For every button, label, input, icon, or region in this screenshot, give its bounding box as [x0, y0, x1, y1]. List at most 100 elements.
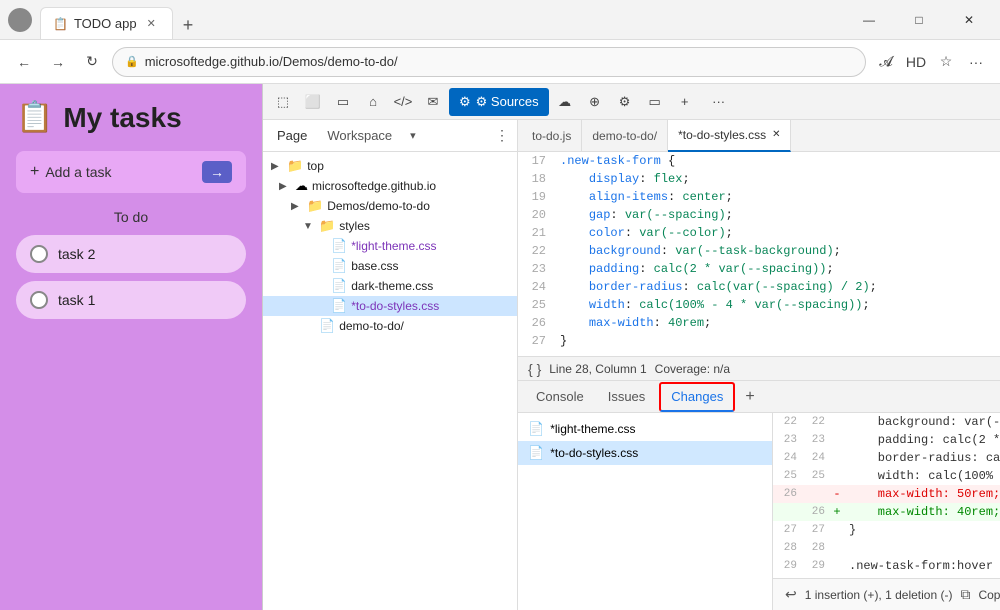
file-icon-lt: 📄	[331, 238, 347, 254]
file-icon-base: 📄	[331, 258, 347, 274]
diff-line-22: 22 22 background: var(--task-background)…	[773, 413, 1000, 431]
new-tab-button[interactable]: +	[173, 11, 204, 39]
folder-icon-top: 📁	[287, 158, 303, 174]
task-item-2[interactable]: task 2	[16, 235, 246, 273]
refresh-button[interactable]: ↻	[78, 48, 106, 76]
forward-button[interactable]: →	[44, 48, 72, 76]
device-toolbar-tool[interactable]: ⬜	[299, 88, 327, 116]
add-drawer-tab-button[interactable]: +	[745, 388, 754, 406]
ft-item-dark-theme[interactable]: 📄 dark-theme.css	[263, 276, 517, 296]
tab-title: TODO app	[74, 16, 137, 31]
changed-file-icon-ts: 📄	[528, 445, 544, 461]
diff-footer: ↩ 1 insertion (+), 1 deletion (-) ⧉ Copy	[773, 578, 1000, 610]
status-brackets: { }	[528, 361, 541, 377]
code-tab-styles-label: *to-do-styles.css	[678, 128, 766, 142]
add-task-button[interactable]: + Add a task →	[16, 151, 246, 193]
task-checkbox-1[interactable]	[30, 291, 48, 309]
more-tabs-button[interactable]: ···	[705, 88, 733, 116]
add-tool[interactable]: +	[671, 88, 699, 116]
diff-line-26-removed: 26 - max-width: 50rem;	[773, 485, 1000, 503]
performance-tool[interactable]: ⊕	[581, 88, 609, 116]
status-position: Line 28, Column 1	[549, 362, 646, 376]
task-checkbox-2[interactable]	[30, 245, 48, 263]
code-line-24: 24 border-radius: calc(var(--spacing) / …	[518, 278, 1000, 296]
devtools-content: Page Workspace ▾ ⋮ ▶ 📁 top ▶ ☁ microsoft…	[263, 120, 1000, 610]
sources-tab-active[interactable]: ⚙ ⚙ Sources	[449, 88, 549, 116]
console-tab[interactable]: Console	[526, 382, 594, 412]
wifi-tool[interactable]: ☁	[551, 88, 579, 116]
devtools-panel: ⬚ ⬜ ▭ ⌂ </> ✉ ⚙ ⚙ Sources ☁ ⊕ ⚙ ▭ + ··· …	[262, 84, 1000, 610]
ft-item-msedge[interactable]: ▶ ☁ microsoftedge.github.io	[263, 176, 517, 196]
ft-label-todo-styles: *to-do-styles.css	[351, 299, 439, 313]
ft-more-button[interactable]: ⋮	[495, 127, 509, 144]
elements-panel-tool[interactable]: ▭	[329, 88, 357, 116]
read-aloud-button[interactable]: 𝓐	[872, 48, 900, 76]
folder-icon-demos: 📁	[307, 198, 323, 214]
ft-item-light-theme[interactable]: 📄 *light-theme.css	[263, 236, 517, 256]
ft-label-styles: styles	[339, 219, 370, 233]
url-box[interactable]: 🔒 microsoftedge.github.io/Demos/demo-to-…	[112, 47, 866, 77]
changed-file-light-theme[interactable]: 📄 *light-theme.css	[518, 417, 772, 441]
code-tab-close-button[interactable]: ✕	[772, 129, 780, 140]
cloud-icon-msedge: ☁	[295, 178, 308, 194]
ft-item-top[interactable]: ▶ 📁 top	[263, 156, 517, 176]
ft-label-top: top	[307, 159, 324, 173]
diff-area[interactable]: 22 22 background: var(--task-background)…	[773, 413, 1000, 578]
copy-icon[interactable]: ⧉	[960, 586, 970, 603]
ft-tabs-arrow[interactable]: ▾	[410, 129, 416, 142]
code-tab-todo-js[interactable]: to-do.js	[522, 120, 582, 152]
file-tree-body: ▶ 📁 top ▶ ☁ microsoftedge.github.io ▶ 📁 …	[263, 152, 517, 610]
code-tab-demo[interactable]: demo-to-do/	[582, 120, 668, 152]
ft-item-todo-styles[interactable]: 📄 *to-do-styles.css	[263, 296, 517, 316]
ft-item-base-css[interactable]: 📄 base.css	[263, 256, 517, 276]
diff-line-29: 29 29 .new-task-form:hover {	[773, 557, 1000, 575]
settings-more-button[interactable]: ···	[962, 48, 990, 76]
browser-tab[interactable]: 📋 TODO app ✕	[40, 7, 173, 39]
changes-tab[interactable]: Changes	[659, 382, 735, 412]
code-panel: to-do.js demo-to-do/ *to-do-styles.css ✕…	[518, 120, 1000, 610]
ft-arrow-top: ▶	[271, 161, 283, 172]
undo-icon[interactable]: ↩	[785, 586, 797, 603]
bottom-drawer: Console Issues Changes + ⬚ ⬜ �	[518, 380, 1000, 610]
ft-item-styles[interactable]: ▼ 📁 styles	[263, 216, 517, 236]
ft-arrow-demos: ▶	[291, 201, 303, 212]
tab-close-button[interactable]: ✕	[143, 15, 160, 32]
favorites-button[interactable]: ☆	[932, 48, 960, 76]
settings-tool[interactable]: ⚙	[611, 88, 639, 116]
file-tree-panel: Page Workspace ▾ ⋮ ▶ 📁 top ▶ ☁ microsoft…	[263, 120, 518, 610]
minimize-button[interactable]: —	[846, 4, 892, 36]
issues-tab[interactable]: Issues	[598, 382, 656, 412]
sources-icon: ⚙	[459, 94, 471, 110]
ft-label-dark-theme: dark-theme.css	[351, 279, 433, 293]
code-line-17: 17 .new-task-form {	[518, 152, 1000, 170]
more-tools-tool[interactable]: ▭	[641, 88, 669, 116]
task-item-1[interactable]: task 1	[16, 281, 246, 319]
inspect-element-tool[interactable]: ⬚	[269, 88, 297, 116]
page-tab[interactable]: Page	[271, 126, 313, 145]
code-line-22: 22 background: var(--task-background);	[518, 242, 1000, 260]
ft-label-demo-todo: demo-to-do/	[339, 319, 404, 333]
diff-line-23: 23 23 padding: calc(2 * var(--spacing));	[773, 431, 1000, 449]
code-area[interactable]: 17 .new-task-form { 18 display: flex; 19…	[518, 152, 1000, 356]
network-tool[interactable]: ✉	[419, 88, 447, 116]
ft-item-demos[interactable]: ▶ 📁 Demos/demo-to-do	[263, 196, 517, 216]
address-actions: 𝓐 HD ☆ ···	[872, 48, 990, 76]
status-coverage: Coverage: n/a	[655, 362, 730, 376]
back-button[interactable]: ←	[10, 48, 38, 76]
home-tool[interactable]: ⌂	[359, 88, 387, 116]
ft-item-demo-todo[interactable]: 📄 demo-to-do/	[263, 316, 517, 336]
close-button[interactable]: ✕	[946, 4, 992, 36]
todo-panel: 📋 My tasks + Add a task → To do task 2 t…	[0, 84, 262, 610]
immersive-reader-button[interactable]: HD	[902, 48, 930, 76]
code-tabs: to-do.js demo-to-do/ *to-do-styles.css ✕…	[518, 120, 1000, 152]
diff-line-24: 24 24 border-radius: calc(var(--spacing)…	[773, 449, 1000, 467]
changed-file-todo-styles[interactable]: 📄 *to-do-styles.css	[518, 441, 772, 465]
copy-label[interactable]: Copy	[978, 588, 1000, 602]
workspace-tab[interactable]: Workspace	[321, 126, 398, 145]
code-tool[interactable]: </>	[389, 88, 417, 116]
diff-line-27: 27 27 }	[773, 521, 1000, 539]
todo-icon: 📋	[16, 100, 53, 135]
code-tab-styles[interactable]: *to-do-styles.css ✕	[668, 120, 791, 152]
maximize-button[interactable]: □	[896, 4, 942, 36]
profile-avatar[interactable]	[8, 8, 32, 32]
